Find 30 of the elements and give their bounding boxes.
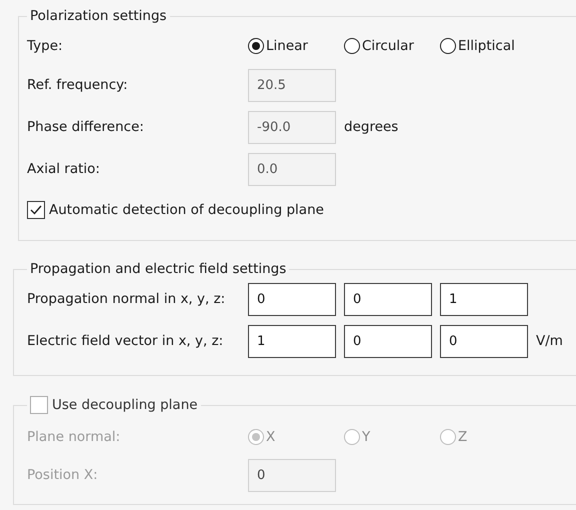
number-field[interactable]: 0 xyxy=(344,324,432,358)
radio-option[interactable]: Circular xyxy=(344,38,440,54)
number-field[interactable]: 0 xyxy=(344,282,432,316)
field-label: Type: xyxy=(27,38,64,54)
number-field[interactable]: 1 xyxy=(248,324,336,358)
field-label: Phase difference: xyxy=(27,119,145,135)
group-title: Polarization settings xyxy=(29,8,168,24)
number-field[interactable]: 1 xyxy=(440,282,528,316)
number-field[interactable]: 20.5 xyxy=(248,68,336,102)
number-field[interactable]: 0 xyxy=(440,324,528,358)
radio-option[interactable]: Linear xyxy=(248,38,344,54)
unit-label: V/m xyxy=(536,333,563,349)
field-label: Ref. frequency: xyxy=(27,77,129,93)
radio-circle[interactable] xyxy=(440,38,456,54)
number-field[interactable]: -90.0 xyxy=(248,110,336,144)
field-label: Position X: xyxy=(27,467,99,483)
field-label: Plane normal: xyxy=(27,429,122,445)
radio-circle[interactable] xyxy=(248,38,264,54)
checkbox[interactable] xyxy=(27,201,45,219)
radio-option[interactable]: Elliptical xyxy=(440,38,536,54)
checkbox-option[interactable]: Automatic detection of decoupling plane xyxy=(27,201,324,219)
group-title: Propagation and electric field settings xyxy=(29,261,288,277)
number-field[interactable]: 0 xyxy=(248,282,336,316)
checkmark-icon xyxy=(29,203,43,217)
radio-circle[interactable] xyxy=(344,38,360,54)
field-label: Electric field vector in x, y, z: xyxy=(27,333,224,349)
field-label: Propagation normal in x, y, z: xyxy=(27,291,226,307)
unit-label: degrees xyxy=(344,119,398,135)
field-label: Axial ratio: xyxy=(27,161,101,177)
number-field[interactable]: 0.0 xyxy=(248,152,336,186)
